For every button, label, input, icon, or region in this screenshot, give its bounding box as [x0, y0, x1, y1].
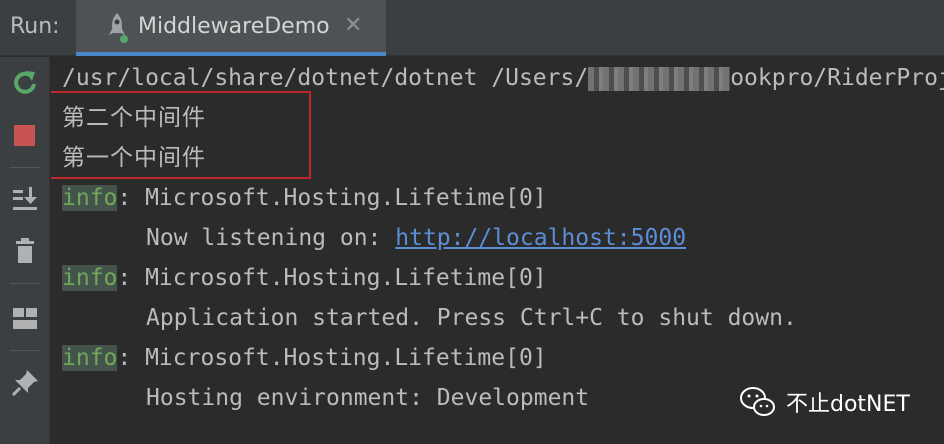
watermark-text: 不止dotNET	[786, 392, 910, 417]
layout-icon[interactable]	[9, 302, 41, 334]
run-tool-window-header: Run: MiddlewareDemo ✕	[0, 0, 944, 56]
log-source: : Microsoft.Hosting.Lifetime[0]	[117, 345, 547, 371]
log-level-badge: info	[62, 265, 118, 291]
watermark: 不止dotNET	[738, 384, 910, 420]
scroll-to-end-icon[interactable]	[9, 183, 41, 215]
log-message: Now listening on: http://localhost:5000	[146, 223, 686, 253]
tab-title: MiddlewareDemo	[138, 14, 330, 39]
toolbar-divider	[10, 350, 40, 351]
command-suffix: ookpro/RiderProj	[730, 65, 944, 91]
log-level-badge: info	[62, 185, 118, 211]
trash-icon[interactable]	[9, 235, 41, 267]
toolbar-divider	[10, 167, 40, 168]
localhost-link[interactable]: http://localhost:5000	[395, 225, 686, 251]
log-source: : Microsoft.Hosting.Lifetime[0]	[117, 185, 547, 211]
run-label: Run:	[10, 14, 60, 39]
wechat-logo-icon	[740, 387, 775, 416]
toolbar-divider	[10, 283, 40, 284]
log-entry: info: Microsoft.Hosting.Lifetime[0]	[62, 183, 547, 213]
log-level-badge: info	[62, 345, 118, 371]
tab-middlewaredemo[interactable]: MiddlewareDemo ✕	[76, 0, 386, 56]
log-message: Application started. Press Ctrl+C to shu…	[146, 305, 797, 331]
log-source: : Microsoft.Hosting.Lifetime[0]	[117, 265, 547, 291]
log-entry: info: Microsoft.Hosting.Lifetime[0]	[62, 343, 547, 373]
rerun-icon[interactable]	[9, 67, 41, 99]
log-entry: info: Microsoft.Hosting.Lifetime[0]	[62, 263, 547, 293]
rocket-icon	[109, 13, 128, 43]
stop-icon[interactable]	[9, 119, 41, 151]
close-icon[interactable]: ✕	[344, 13, 362, 38]
redacted-username	[588, 66, 731, 91]
command-prefix: /usr/local/share/dotnet/dotnet /Users/	[62, 65, 589, 91]
run-toolbar	[0, 57, 50, 444]
pin-icon[interactable]	[9, 367, 41, 399]
command-line: /usr/local/share/dotnet/dotnet /Users/oo…	[62, 63, 944, 93]
annotation-highlight-box	[51, 91, 311, 179]
log-message-text: Now listening on:	[146, 225, 396, 251]
log-message: Hosting environment: Development	[146, 385, 590, 411]
